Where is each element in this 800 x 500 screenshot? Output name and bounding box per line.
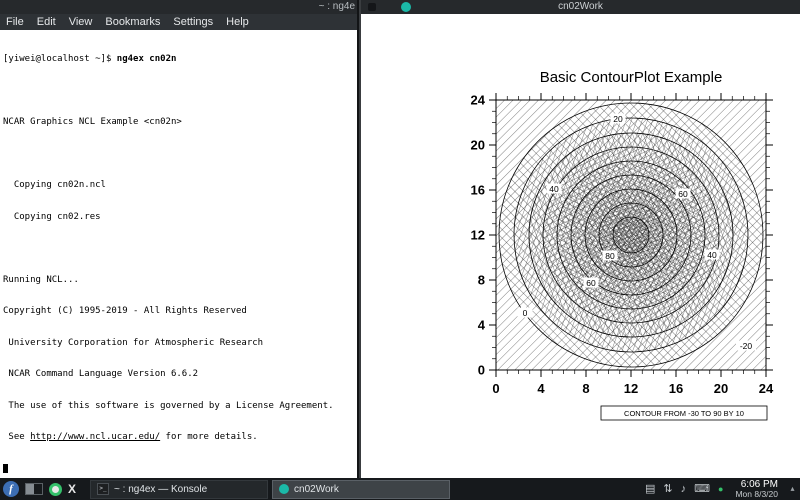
tray-keyboard-icon[interactable]: ⌨	[694, 478, 710, 500]
taskbar: f X >_ ~ : ng4ex — Konsole cn02Work ▤ ⇅ …	[0, 478, 800, 500]
terminal-line: The use of this software is governed by …	[3, 401, 357, 412]
svg-text:20: 20	[714, 381, 728, 396]
terminal-line	[3, 86, 357, 97]
svg-text:20: 20	[471, 138, 485, 153]
terminal-cursor	[3, 464, 8, 473]
plot-canvas: Basic ContourPlot Example 00448812121616…	[361, 14, 800, 478]
terminal-line	[3, 243, 357, 254]
menu-view[interactable]: View	[69, 16, 93, 28]
svg-text:0: 0	[492, 381, 499, 396]
terminal-line: NCAR Command Language Version 6.6.2	[3, 369, 357, 380]
svg-text:-20: -20	[740, 341, 753, 351]
svg-text:24: 24	[759, 381, 774, 396]
svg-text:40: 40	[707, 250, 717, 260]
menu-help[interactable]: Help	[226, 16, 249, 28]
task-manager: >_ ~ : ng4ex — Konsole cn02Work	[90, 480, 450, 499]
terminal-command: ng4ex cn02n	[117, 54, 177, 64]
terminal-see-line: See http://www.ncl.ucar.edu/ for more de…	[3, 432, 357, 443]
svg-text:20: 20	[613, 114, 623, 124]
app-launcher-icon[interactable]: f	[3, 481, 19, 497]
menu-settings[interactable]: Settings	[173, 16, 213, 28]
konsole-icon: >_	[97, 483, 109, 495]
desktop-pager[interactable]	[25, 483, 43, 495]
menu-edit[interactable]: Edit	[37, 16, 56, 28]
tray-network-icon[interactable]: ⇅	[663, 478, 672, 500]
task-label: cn02Work	[294, 484, 339, 495]
cn02work-title: cn02Work	[361, 0, 800, 14]
panel-expander-icon[interactable]: ▴	[788, 479, 797, 499]
svg-text:0: 0	[523, 308, 528, 318]
terminal-prompt: [yiwei@localhost ~]$	[3, 54, 117, 64]
konsole-menubar: File Edit View Bookmarks Settings Help	[0, 14, 357, 30]
menu-bookmarks[interactable]: Bookmarks	[105, 16, 160, 28]
taskbar-task-cn02work[interactable]: cn02Work	[272, 480, 450, 499]
terminal-prompt-line: [yiwei@localhost ~]$ ng4ex cn02n	[3, 54, 357, 65]
clock-date: Mon 8/3/20	[735, 490, 778, 499]
svg-text:16: 16	[669, 381, 683, 396]
svg-text:24: 24	[471, 93, 486, 108]
pager-desktop-1[interactable]	[26, 484, 34, 494]
svg-text:4: 4	[537, 381, 545, 396]
tray-clipboard-icon[interactable]: ▤	[645, 478, 655, 500]
ncl-url-link[interactable]: http://www.ncl.ucar.edu/	[30, 432, 160, 442]
tray-volume-icon[interactable]: ♪	[681, 478, 687, 500]
system-tray: ▤ ⇅ ♪ ⌨ ●	[645, 478, 723, 500]
terminal-line: Copying cn02n.ncl	[3, 180, 357, 191]
svg-text:0: 0	[478, 363, 485, 378]
svg-text:8: 8	[582, 381, 589, 396]
clock[interactable]: 6:06 PM Mon 8/3/20	[735, 479, 778, 499]
svg-text:60: 60	[586, 278, 596, 288]
konsole-titlebar[interactable]: ~ : ng4e	[0, 0, 357, 14]
see-suffix: for more details.	[160, 432, 258, 442]
terminal-line: Copyright (C) 1995-2019 - All Rights Res…	[3, 306, 357, 317]
svg-text:12: 12	[471, 228, 485, 243]
konsole-title-fragment: ~ : ng4e	[319, 1, 355, 12]
pager-desktop-2[interactable]	[34, 484, 42, 494]
task-label: ~ : ng4ex — Konsole	[114, 484, 207, 495]
cn02work-window: cn02Work Basic ContourPlot Example	[361, 0, 800, 478]
launcher-green-icon[interactable]	[49, 483, 62, 496]
terminal-cursor-line	[3, 464, 357, 475]
x11-icon[interactable]: X	[68, 481, 76, 497]
svg-text:80: 80	[605, 251, 615, 261]
contour-info-label: CONTOUR FROM -30 TO 90 BY 10	[624, 409, 744, 418]
terminal-line	[3, 149, 357, 160]
cn02work-titlebar[interactable]: cn02Work	[361, 0, 800, 14]
terminal-line: University Corporation for Atmospheric R…	[3, 338, 357, 349]
terminal-line: NCAR Graphics NCL Example <cn02n>	[3, 117, 357, 128]
cn02work-task-icon	[279, 484, 289, 494]
contour-plot: Basic ContourPlot Example 00448812121616…	[451, 60, 791, 432]
plot-title: Basic ContourPlot Example	[540, 69, 723, 86]
desktop: ~ : ng4e File Edit View Bookmarks Settin…	[0, 0, 800, 500]
svg-text:40: 40	[549, 184, 559, 194]
taskbar-task-konsole[interactable]: >_ ~ : ng4ex — Konsole	[90, 480, 268, 499]
svg-text:4: 4	[478, 318, 486, 333]
menu-file[interactable]: File	[6, 16, 24, 28]
tray-status-icon[interactable]: ●	[718, 478, 723, 500]
svg-text:16: 16	[471, 183, 485, 198]
svg-text:12: 12	[624, 381, 638, 396]
terminal-line: Copying cn02.res	[3, 212, 357, 223]
terminal-output[interactable]: [yiwei@localhost ~]$ ng4ex cn02n NCAR Gr…	[0, 30, 357, 478]
see-prefix: See	[3, 432, 30, 442]
svg-text:60: 60	[678, 189, 688, 199]
contour-rings	[499, 103, 763, 367]
konsole-window: ~ : ng4e File Edit View Bookmarks Settin…	[0, 0, 359, 478]
svg-text:8: 8	[478, 273, 485, 288]
terminal-line: Running NCL...	[3, 275, 357, 286]
